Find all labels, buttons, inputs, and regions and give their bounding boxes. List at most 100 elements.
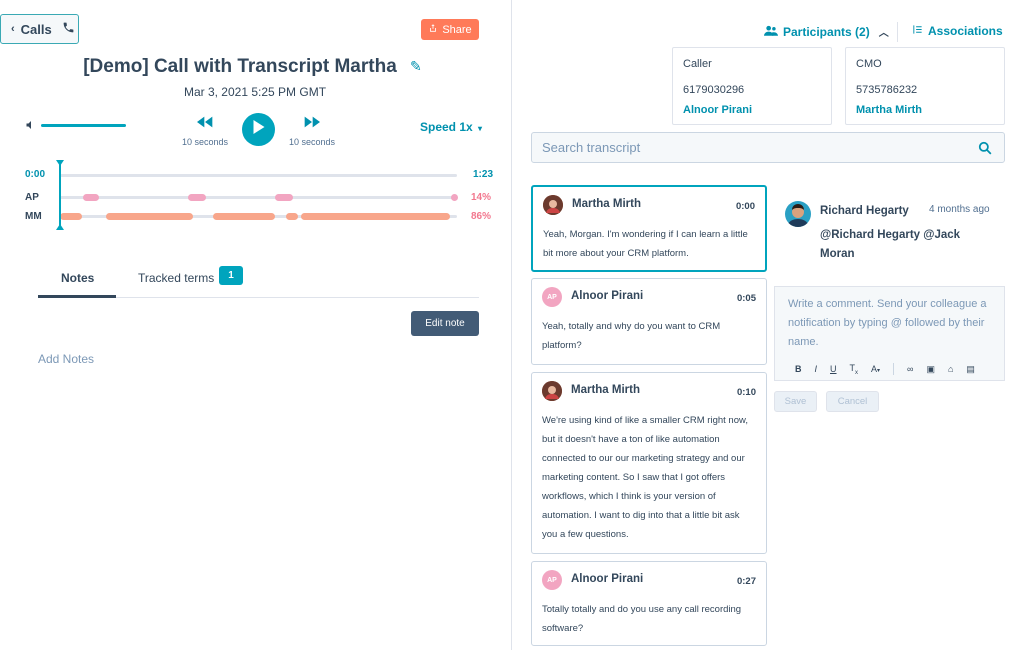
avatar bbox=[542, 381, 562, 401]
speaker-ap-track[interactable] bbox=[60, 194, 458, 201]
share-button[interactable]: Share bbox=[421, 19, 479, 40]
underline-icon[interactable]: U bbox=[830, 364, 837, 374]
clear-format-icon[interactable]: Tx bbox=[850, 363, 859, 376]
comment-body: @Richard Hegarty @Jack Moran bbox=[820, 229, 961, 260]
speaker-ap-percent: 14% bbox=[471, 192, 492, 203]
rich-text-toolbar: B I U Tx A▾ ∞ ▣ ⌂ ▤ bbox=[795, 363, 975, 376]
play-icon bbox=[252, 120, 265, 139]
participant-name-link[interactable]: Alnoor Pirani bbox=[683, 104, 821, 116]
cancel-button[interactable]: Cancel bbox=[826, 391, 879, 412]
speaker-mm-track[interactable] bbox=[60, 213, 457, 220]
search-transcript-box bbox=[531, 132, 1005, 163]
rewind-button[interactable] bbox=[175, 115, 235, 131]
phone-icon bbox=[62, 21, 75, 37]
participants-toggle[interactable]: Participants (2) ︿ bbox=[764, 24, 889, 39]
entry-timestamp[interactable]: 0:05 bbox=[737, 293, 756, 304]
speaker-mm-percent: 86% bbox=[471, 211, 492, 222]
playhead-bottom-handle[interactable] bbox=[56, 224, 64, 230]
bold-icon[interactable]: B bbox=[795, 364, 802, 374]
ap-segment[interactable] bbox=[275, 194, 293, 201]
italic-icon[interactable]: I bbox=[815, 364, 818, 374]
transcript-entry[interactable]: Martha Mirth 0:00 Yeah, Morgan. I'm wond… bbox=[531, 185, 767, 272]
playhead-top-handle[interactable] bbox=[56, 160, 64, 166]
call-title: [Demo] Call with Transcript Martha bbox=[83, 56, 397, 77]
entry-text: Yeah, Morgan. I'm wondering if I can lea… bbox=[543, 229, 748, 259]
participant-card-cmo: CMO 5735786232 Martha Mirth bbox=[845, 47, 1005, 125]
mm-segment[interactable] bbox=[60, 213, 82, 220]
entry-text: We're using kind of like a smaller CRM r… bbox=[542, 415, 748, 540]
edit-title-icon[interactable]: ✎ bbox=[410, 58, 422, 75]
speaker-name: Alnoor Pirani bbox=[571, 573, 644, 585]
avatar: AP bbox=[542, 570, 562, 590]
avatar bbox=[543, 195, 563, 215]
header-divider bbox=[897, 22, 898, 42]
tab-tracked-terms[interactable]: Tracked terms bbox=[138, 271, 214, 285]
active-tab-underline bbox=[38, 295, 116, 298]
speed-label: Speed 1x bbox=[420, 120, 473, 134]
call-date: Mar 3, 2021 5:25 PM GMT bbox=[183, 85, 327, 99]
graduation-cap-icon[interactable]: ⌂ bbox=[948, 364, 953, 374]
forward-button[interactable] bbox=[282, 115, 342, 131]
participant-phone[interactable]: 5735786232 bbox=[856, 84, 994, 96]
speed-dropdown[interactable]: Speed 1x ▾ bbox=[420, 120, 482, 134]
share-label: Share bbox=[442, 23, 472, 36]
speaker-name: Martha Mirth bbox=[571, 384, 640, 396]
speaker-name: Alnoor Pirani bbox=[571, 290, 644, 302]
share-icon bbox=[428, 23, 438, 36]
volume-slider[interactable] bbox=[41, 124, 126, 127]
snippet-icon[interactable]: ▤ bbox=[966, 364, 975, 375]
edit-note-button[interactable]: Edit note bbox=[411, 311, 479, 336]
associations-icon bbox=[912, 24, 923, 38]
caret-down-icon: ▾ bbox=[478, 124, 483, 133]
people-icon bbox=[764, 25, 778, 39]
participant-role: Caller bbox=[683, 58, 712, 70]
ap-segment[interactable] bbox=[83, 194, 99, 201]
comment-placeholder: Write a comment. Send your colleague a n… bbox=[788, 298, 987, 348]
participant-role: CMO bbox=[856, 58, 882, 70]
speaker-mm-label: MM bbox=[25, 211, 42, 222]
ap-segment[interactable] bbox=[188, 194, 206, 201]
comment-editor[interactable]: Write a comment. Send your colleague a n… bbox=[774, 286, 1005, 381]
timeline-end: 1:23 bbox=[473, 169, 494, 180]
chevron-left-icon: ‹ bbox=[11, 23, 15, 35]
entry-timestamp[interactable]: 0:27 bbox=[737, 576, 756, 587]
entry-timestamp[interactable]: 0:00 bbox=[736, 201, 755, 212]
tab-notes[interactable]: Notes bbox=[61, 271, 94, 285]
participant-card-caller: Caller 6179030296 Alnoor Pirani bbox=[672, 47, 832, 125]
commenter-avatar bbox=[785, 201, 811, 227]
rewind-label: 10 seconds bbox=[181, 137, 229, 147]
transcript-entry[interactable]: Martha Mirth 0:10 We're using kind of li… bbox=[531, 372, 767, 554]
speaker-ap-label: AP bbox=[25, 192, 39, 203]
add-notes-link[interactable]: Add Notes bbox=[38, 352, 94, 366]
calls-back-button[interactable]: ‹ Calls bbox=[0, 14, 79, 44]
forward-label: 10 seconds bbox=[288, 137, 336, 147]
mm-segment[interactable] bbox=[286, 213, 298, 220]
save-button[interactable]: Save bbox=[774, 391, 817, 412]
transcript-entry[interactable]: AP Alnoor Pirani 0:05 Yeah, totally and … bbox=[531, 278, 767, 365]
link-icon[interactable]: ∞ bbox=[907, 364, 913, 374]
timeline-track[interactable] bbox=[60, 174, 457, 177]
toolbar-divider bbox=[893, 363, 895, 376]
comment-author: Richard Hegarty bbox=[820, 205, 909, 217]
text-color-icon[interactable]: A▾ bbox=[871, 364, 880, 374]
ap-segment[interactable] bbox=[451, 194, 458, 201]
fast-forward-icon bbox=[304, 115, 320, 131]
mm-segment[interactable] bbox=[106, 213, 193, 220]
search-transcript-input[interactable] bbox=[540, 139, 964, 156]
search-icon[interactable] bbox=[978, 141, 992, 160]
transcript-entry[interactable]: AP Alnoor Pirani 0:27 Totally totally an… bbox=[531, 561, 767, 646]
volume-icon[interactable] bbox=[25, 119, 37, 134]
associations-link[interactable]: Associations bbox=[912, 24, 1003, 38]
mm-segment[interactable] bbox=[213, 213, 275, 220]
entry-timestamp[interactable]: 0:10 bbox=[737, 387, 756, 398]
avatar: AP bbox=[542, 287, 562, 307]
play-button[interactable] bbox=[242, 113, 275, 146]
associations-label: Associations bbox=[928, 24, 1003, 38]
participant-phone[interactable]: 6179030296 bbox=[683, 84, 821, 96]
image-icon[interactable]: ▣ bbox=[926, 364, 935, 375]
participant-name-link[interactable]: Martha Mirth bbox=[856, 104, 994, 116]
speaker-name: Martha Mirth bbox=[572, 198, 641, 210]
playhead[interactable] bbox=[56, 160, 64, 230]
comment-timestamp: 4 months ago bbox=[929, 204, 990, 215]
mm-segment[interactable] bbox=[301, 213, 450, 220]
